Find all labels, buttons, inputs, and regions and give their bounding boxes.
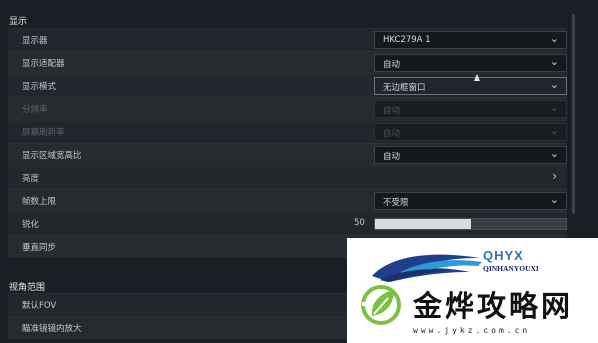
setting-label: 锐化 <box>22 220 40 230</box>
setting-label: 显示模式 <box>22 82 57 92</box>
setting-row-display-mode[interactable]: 显示模式 无边框窗口 ⌄ <box>8 74 567 97</box>
leaf-logo-icon <box>361 285 401 325</box>
section-title-display: 显示 <box>9 17 28 27</box>
aspect-ratio-dropdown[interactable]: 自动 ⌄ <box>374 146 567 164</box>
dropdown-value: HKC279A 1 <box>383 35 431 45</box>
chevron-down-icon: ⌄ <box>549 101 559 114</box>
slider-value: 50 <box>354 218 365 228</box>
mouse-cursor-icon <box>474 74 480 81</box>
watermark-title: 金烨攻略网 <box>413 289 574 323</box>
watermark-logo: QHYX QINHANYOUXI 金烨攻略网 www.jykz.com.cn <box>347 238 598 343</box>
monitor-dropdown[interactable]: HKC279A 1 ⌄ <box>374 31 567 49</box>
chevron-down-icon: ⌄ <box>549 32 559 45</box>
setting-row-sharpen[interactable]: 锐化 50 <box>8 212 567 235</box>
setting-row-adapter[interactable]: 显示适配器 自动 ⌄ <box>8 51 567 74</box>
scrollbar[interactable] <box>572 14 575 214</box>
chevron-down-icon: ⌄ <box>549 124 559 137</box>
dropdown-value: 自动 <box>383 152 401 162</box>
refresh-rate-dropdown: 自动 ⌄ <box>374 123 567 141</box>
fps-limit-dropdown[interactable]: 不受限 ⌄ <box>374 192 567 210</box>
chevron-right-icon[interactable]: › <box>552 169 557 183</box>
setting-label: 显示适配器 <box>22 59 65 69</box>
dropdown-value: 自动 <box>383 129 401 139</box>
dropdown-value: 不受限 <box>383 198 409 208</box>
dropdown-value: 自动 <box>383 60 401 70</box>
slider-fill <box>375 219 471 229</box>
watermark-brand: QHYX <box>483 248 524 263</box>
watermark-url: www.jykz.com.cn <box>413 326 531 335</box>
sharpen-slider[interactable] <box>374 218 567 230</box>
setting-label: 帧数上限 <box>22 197 57 207</box>
setting-label: 显示区域宽高比 <box>22 151 82 161</box>
dropdown-value: 无边框窗口 <box>383 83 426 93</box>
setting-label: 亮度 <box>22 174 40 184</box>
setting-label: 显示器 <box>22 36 48 46</box>
chevron-down-icon: ⌄ <box>549 55 559 68</box>
setting-label: 垂直同步 <box>22 243 57 253</box>
setting-label: 分辨率 <box>22 105 48 115</box>
setting-label: 屏幕刷新率 <box>22 128 65 138</box>
setting-row-aspect-ratio[interactable]: 显示区域宽高比 自动 ⌄ <box>8 143 567 166</box>
setting-label: 瞄准镜镜内放大 <box>22 324 82 334</box>
watermark-brand-name: QINHANYOUXI <box>483 264 539 273</box>
chevron-down-icon: ⌄ <box>549 147 559 160</box>
section-title-view: 视角范围 <box>9 283 46 293</box>
setting-row-brightness[interactable]: 亮度 › <box>8 166 567 189</box>
resolution-dropdown: 自动 ⌄ <box>374 100 567 118</box>
setting-row-fps-limit[interactable]: 帧数上限 不受限 ⌄ <box>8 189 567 212</box>
setting-row-resolution: 分辨率 自动 ⌄ <box>8 97 567 120</box>
display-mode-dropdown[interactable]: 无边框窗口 ⌄ <box>374 77 567 95</box>
setting-row-monitor[interactable]: 显示器 HKC279A 1 ⌄ <box>8 28 567 51</box>
setting-label: 默认FOV <box>22 301 57 311</box>
chevron-down-icon: ⌄ <box>549 78 559 91</box>
chevron-down-icon: ⌄ <box>549 193 559 206</box>
adapter-dropdown[interactable]: 自动 ⌄ <box>374 54 567 72</box>
setting-row-refresh-rate: 屏幕刷新率 自动 ⌄ <box>8 120 567 143</box>
dropdown-value: 自动 <box>383 106 401 116</box>
